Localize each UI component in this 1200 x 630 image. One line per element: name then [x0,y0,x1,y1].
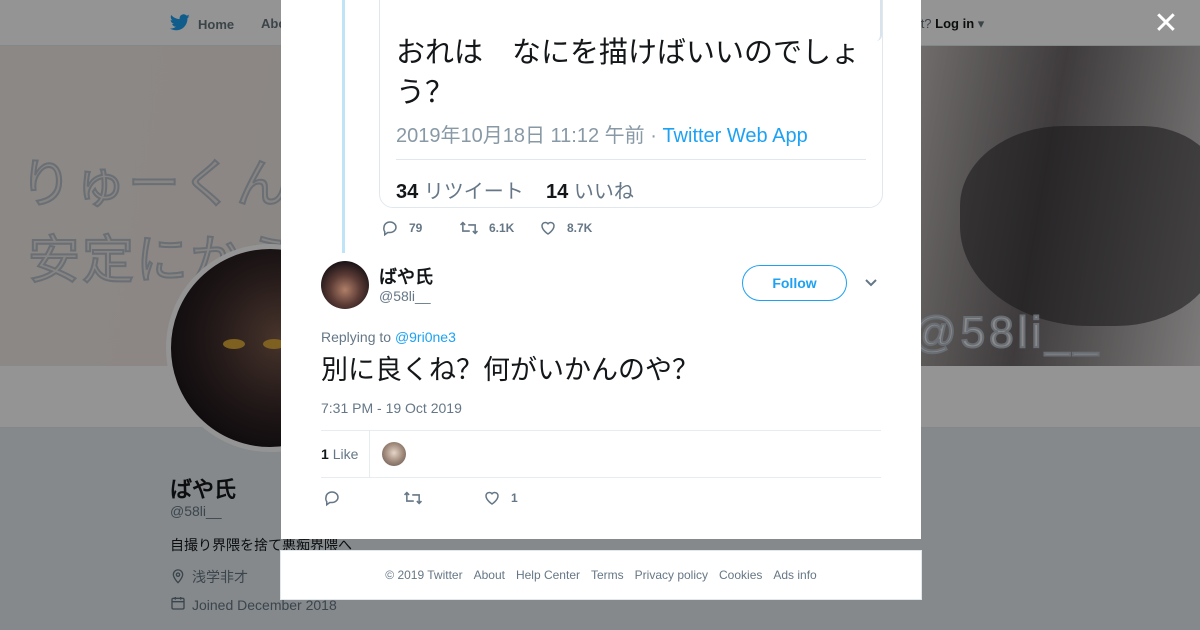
modal-footer: © 2019 Twitter About Help Center Terms P… [280,550,922,600]
embedded-divider [396,159,866,160]
replying-prefix: Replying to [321,329,395,345]
reply-author-avatar[interactable] [321,261,369,309]
footer-link-help-center[interactable]: Help Center [516,568,580,582]
tweet-modal: おれは なにを描けばいいのでしょう？ 2019年10月18日 11:12 午前 … [281,0,921,539]
embedded-retweets-count: 34 [396,181,419,203]
follow-button[interactable]: Follow [742,265,847,301]
footer-link-about[interactable]: About [474,568,505,582]
likes-stat[interactable]: 1 Like [321,446,358,462]
embedded-tweet-source: Twitter Web App [662,125,808,147]
footer-link-cookies[interactable]: Cookies [719,568,762,582]
stats-divider-bottom [321,477,881,478]
embedded-likes-count: 14 [546,181,569,203]
like-action[interactable]: 1 [483,489,518,507]
like-action[interactable]: 8.7K [539,219,592,237]
footer-link-terms[interactable]: Terms [591,568,624,582]
reply-action[interactable]: 79 [381,219,459,237]
parent-tweet-actions: 79 6.1K 8.7K [381,219,592,237]
embedded-tweet-text: おれは なにを描けばいいのでしょう？ [396,37,861,109]
reply-author-name[interactable]: ばや氏 [379,263,433,289]
retweet-action[interactable] [403,489,483,507]
close-icon[interactable]: ✕ [1152,9,1180,39]
embedded-tweet-meta: 2019年10月18日 11:12 午前 · Twitter Web App [396,119,808,148]
like-count: 8.7K [567,221,593,235]
like-count: 1 [511,491,518,505]
embedded-likes-label: いいね [573,181,634,203]
likes-stat-label: Like [332,446,359,462]
heart-icon [483,489,501,507]
embedded-tweet-image[interactable]: おれは なにを描けばいいのでしょう？ 2019年10月18日 11:12 午前 … [379,0,883,208]
footer-copyright: © 2019 Twitter [385,568,463,582]
reply-timestamp[interactable]: 7:31 PM - 19 Oct 2019 [321,400,462,416]
reply-count: 79 [409,221,423,235]
chevron-down-icon[interactable] [863,274,879,290]
likes-stat-count: 1 [321,446,329,462]
replying-to-line: Replying to @9ri0ne3 [321,329,456,345]
embedded-card-edge [876,0,882,41]
footer-link-privacy[interactable]: Privacy policy [635,568,708,582]
reply-icon [381,219,399,237]
reply-tweet-actions: 1 [323,489,518,507]
retweet-icon [459,219,479,237]
thread-connector-line [342,0,345,253]
retweet-action[interactable]: 6.1K [459,219,539,237]
retweet-icon [403,489,423,507]
embedded-tweet-timestamp: 2019年10月18日 11:12 午前 · [396,125,663,147]
replying-to-link[interactable]: @9ri0ne3 [395,329,456,345]
reply-author-handle[interactable]: @58li__ [379,288,431,304]
retweet-count: 6.1K [489,221,515,235]
liker-avatar[interactable] [382,442,406,466]
reply-action[interactable] [323,489,403,507]
stats-divider-top [321,430,881,431]
reply-tweet-text: 別に良くね？何がいかんのや？ [321,355,699,385]
stats-vertical-divider [369,431,370,477]
embedded-tweet-stats: 34 リツイート 14 いいね [396,175,634,204]
heart-icon [539,219,557,237]
embedded-retweets-label: リツイート [423,181,524,203]
reply-icon [323,489,341,507]
footer-link-ads-info[interactable]: Ads info [773,568,816,582]
